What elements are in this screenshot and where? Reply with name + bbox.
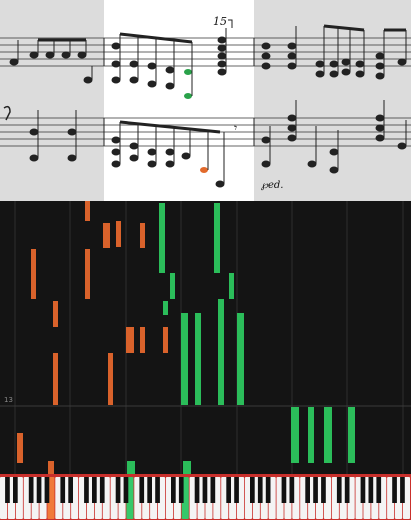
right-hand-notes: [127, 203, 355, 474]
sheet-music-view[interactable]: 𝄾 15 ℘ed.: [0, 0, 411, 201]
black-key[interactable]: [68, 477, 73, 503]
black-key[interactable]: [92, 477, 97, 503]
black-key[interactable]: [289, 477, 295, 503]
black-key[interactable]: [368, 477, 374, 503]
black-key[interactable]: [305, 477, 310, 503]
black-key[interactable]: [171, 477, 176, 503]
keyboard-canvas: [0, 474, 411, 519]
black-key[interactable]: [178, 477, 184, 503]
page-left: [0, 0, 104, 201]
black-key[interactable]: [139, 477, 145, 503]
black-key[interactable]: [115, 477, 121, 503]
black-key[interactable]: [202, 477, 208, 503]
black-key[interactable]: [344, 477, 350, 503]
black-key[interactable]: [226, 477, 231, 503]
black-key[interactable]: [392, 477, 397, 503]
black-key[interactable]: [281, 477, 287, 503]
black-key[interactable]: [84, 477, 89, 503]
black-key[interactable]: [321, 477, 326, 503]
measure-number: 15: [213, 15, 227, 28]
piano-keyboard[interactable]: [0, 474, 411, 520]
black-key[interactable]: [5, 477, 10, 503]
black-key[interactable]: [44, 477, 50, 503]
black-key[interactable]: [13, 477, 18, 503]
black-key[interactable]: [313, 477, 318, 503]
active-note-green: [184, 69, 192, 75]
black-key[interactable]: [257, 477, 263, 503]
keyboard-top-strip: [0, 474, 411, 477]
left-hand-notes: [17, 201, 168, 474]
black-key[interactable]: [376, 477, 382, 503]
black-key[interactable]: [60, 477, 66, 503]
piano-roll-view[interactable]: 13: [0, 201, 411, 474]
black-key[interactable]: [360, 477, 366, 503]
black-key[interactable]: [336, 477, 342, 503]
page-current: [104, 0, 254, 201]
black-key[interactable]: [99, 477, 105, 503]
black-key[interactable]: [155, 477, 160, 503]
black-key[interactable]: [28, 477, 34, 503]
black-key[interactable]: [400, 477, 405, 503]
black-key[interactable]: [210, 477, 216, 503]
sheet-music-canvas: 𝄾: [0, 0, 411, 201]
bar-number-label: 13: [4, 396, 13, 404]
black-keys[interactable]: [5, 477, 405, 503]
black-key[interactable]: [123, 477, 129, 503]
pedal-mark: ℘ed.: [261, 180, 284, 191]
piano-roll-canvas: [0, 201, 411, 474]
black-key[interactable]: [250, 477, 255, 503]
black-key[interactable]: [265, 477, 271, 503]
black-key[interactable]: [147, 477, 152, 503]
active-note-orange: [200, 167, 208, 173]
black-key[interactable]: [234, 477, 239, 503]
svg-text:𝄾: 𝄾: [234, 121, 237, 135]
octave-gridlines: [14, 201, 404, 474]
black-key[interactable]: [194, 477, 200, 503]
black-key[interactable]: [36, 477, 42, 503]
